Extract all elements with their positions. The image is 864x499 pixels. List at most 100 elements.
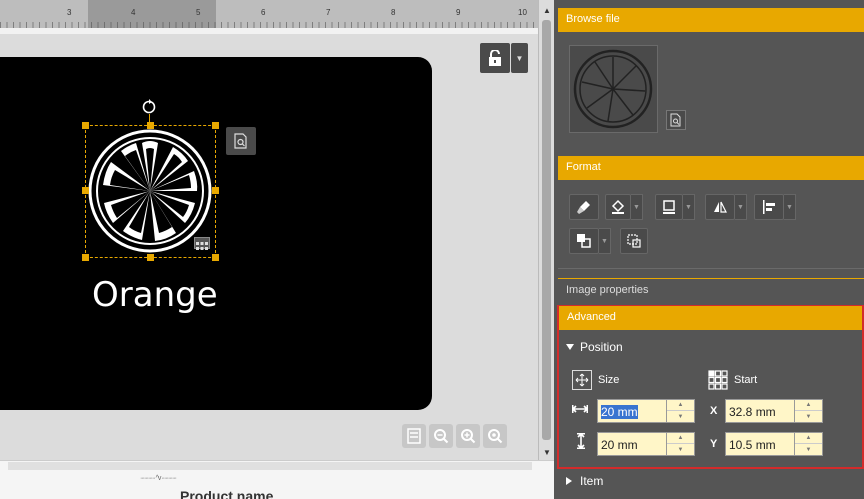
lock-icon <box>489 50 501 66</box>
flip-icon <box>714 201 727 213</box>
align-button[interactable] <box>754 194 784 220</box>
align-left-icon <box>763 200 775 214</box>
y-position-field[interactable]: 10.5 mm <box>725 432 795 456</box>
height-field[interactable]: 20 mm <box>597 432 667 456</box>
section-header-format[interactable]: Format <box>558 156 864 180</box>
lock-dropdown-button[interactable]: ▼ <box>511 43 528 73</box>
zoom-reset-icon <box>488 429 503 444</box>
outline-color-button[interactable] <box>655 194 683 220</box>
chevron-down-icon: ▼ <box>786 203 793 211</box>
chevron-down-icon: ▼ <box>737 203 744 211</box>
width-decrement[interactable]: ▼ <box>667 411 694 422</box>
zoom-in-icon <box>461 429 476 444</box>
file-search-icon <box>234 133 247 149</box>
zoom-toolbar <box>402 424 507 448</box>
resize-handle-left[interactable] <box>82 187 89 194</box>
chevron-down-icon: ▼ <box>685 203 692 211</box>
section-divider <box>558 268 864 269</box>
x-increment[interactable]: ▲ <box>795 400 822 411</box>
scroll-down-arrow[interactable]: ▼ <box>539 444 555 460</box>
ruler-tick: 4 <box>131 8 136 17</box>
arrange-dropdown[interactable]: ▼ <box>599 228 611 254</box>
width-stepper[interactable]: ▲ ▼ <box>667 399 695 423</box>
border-color-icon <box>663 200 675 214</box>
position-group-toggle[interactable]: Position <box>566 340 623 354</box>
flip-button[interactable] <box>705 194 735 220</box>
height-icon <box>575 433 587 452</box>
design-canvas[interactable]: 3 4 5 6 7 8 9 10 ▼ Orange <box>0 0 538 460</box>
width-increment[interactable]: ▲ <box>667 400 694 411</box>
size-label-text: Size <box>598 374 620 386</box>
height-stepper[interactable]: ▲ ▼ <box>667 432 695 456</box>
label-card[interactable] <box>0 57 432 410</box>
anchor-grid-icon[interactable] <box>708 370 728 390</box>
resize-handle-top-left[interactable] <box>82 122 89 129</box>
grid-column-header[interactable]: Product name <box>180 488 273 499</box>
scroll-up-arrow[interactable]: ▲ <box>539 2 555 18</box>
width-field[interactable]: 20 mm <box>597 399 667 423</box>
start-label-text: Start <box>734 374 758 386</box>
chevron-down-icon: ▼ <box>515 53 524 63</box>
fill-color-button[interactable] <box>605 194 631 220</box>
align-dropdown[interactable]: ▼ <box>784 194 796 220</box>
crop-icon <box>627 234 641 248</box>
x-position-field[interactable]: 32.8 mm <box>725 399 795 423</box>
ruler-tick: 7 <box>326 8 331 17</box>
lock-button[interactable] <box>480 43 510 73</box>
panel-splitter[interactable]: ··········· ^v ··········· <box>88 475 228 482</box>
x-position-stepper[interactable]: ▲ ▼ <box>795 399 823 423</box>
page-fit-icon <box>407 428 421 444</box>
rotate-icon[interactable] <box>141 99 157 115</box>
scrollbar-thumb[interactable] <box>542 20 551 440</box>
height-decrement[interactable]: ▼ <box>667 444 694 455</box>
height-value: 20 mm <box>601 438 638 452</box>
browse-image-button[interactable] <box>226 127 256 155</box>
y-increment[interactable]: ▲ <box>795 433 822 444</box>
width-value: 20 mm <box>601 405 638 419</box>
ruler-tick: 10 <box>518 8 527 17</box>
resize-handle-right[interactable] <box>212 187 219 194</box>
browse-file-button[interactable] <box>666 110 686 130</box>
chevron-down-icon: ▼ <box>633 203 640 211</box>
x-decrement[interactable]: ▼ <box>795 411 822 422</box>
section-header-image-properties[interactable]: Image properties <box>558 278 864 302</box>
canvas-top-strip <box>0 28 538 34</box>
horizontal-ruler: 3 4 5 6 7 8 9 10 <box>0 0 538 28</box>
height-increment[interactable]: ▲ <box>667 433 694 444</box>
crop-button[interactable] <box>620 228 648 254</box>
file-search-icon <box>670 113 681 127</box>
paint-brush-icon <box>577 201 590 214</box>
image-thumbnail[interactable] <box>569 45 658 133</box>
canvas-vertical-scrollbar[interactable]: ▲ ▼ <box>538 0 554 460</box>
paint-bucket-icon <box>611 199 625 214</box>
item-group-title: Item <box>580 474 604 488</box>
app-root: 3 4 5 6 7 8 9 10 ▼ Orange ▲ ▼ ··········… <box>0 0 864 499</box>
y-axis-label: Y <box>710 438 718 450</box>
canvas-horizontal-scrollbar[interactable] <box>8 462 532 470</box>
zoom-reset-button[interactable] <box>483 424 507 448</box>
arrange-button[interactable] <box>569 228 599 254</box>
zoom-in-button[interactable] <box>456 424 480 448</box>
zoom-out-button[interactable] <box>429 424 453 448</box>
grid-icon[interactable] <box>194 237 210 250</box>
resize-handle-bottom[interactable] <box>147 254 154 261</box>
brush-style-button[interactable] <box>569 194 599 220</box>
ruler-tick: 6 <box>261 8 266 17</box>
outline-color-dropdown[interactable]: ▼ <box>683 194 695 220</box>
label-text-object[interactable]: Orange <box>92 275 218 315</box>
ruler-tick: 9 <box>456 8 461 17</box>
flip-dropdown[interactable]: ▼ <box>735 194 747 220</box>
resize-icon <box>572 370 592 390</box>
y-position-stepper[interactable]: ▲ ▼ <box>795 432 823 456</box>
resize-handle-bottom-left[interactable] <box>82 254 89 261</box>
zoom-fit-button[interactable] <box>402 424 426 448</box>
resize-handle-top-right[interactable] <box>212 122 219 129</box>
y-decrement[interactable]: ▼ <box>795 444 822 455</box>
item-group-toggle[interactable]: Item <box>566 474 603 488</box>
section-header-advanced[interactable]: Advanced <box>559 306 862 330</box>
section-header-browse-file[interactable]: Browse file <box>558 8 864 32</box>
fill-color-dropdown[interactable]: ▼ <box>631 194 643 220</box>
resize-handle-bottom-right[interactable] <box>212 254 219 261</box>
position-group-title: Position <box>580 340 623 354</box>
ruler-tick: 3 <box>67 8 72 17</box>
